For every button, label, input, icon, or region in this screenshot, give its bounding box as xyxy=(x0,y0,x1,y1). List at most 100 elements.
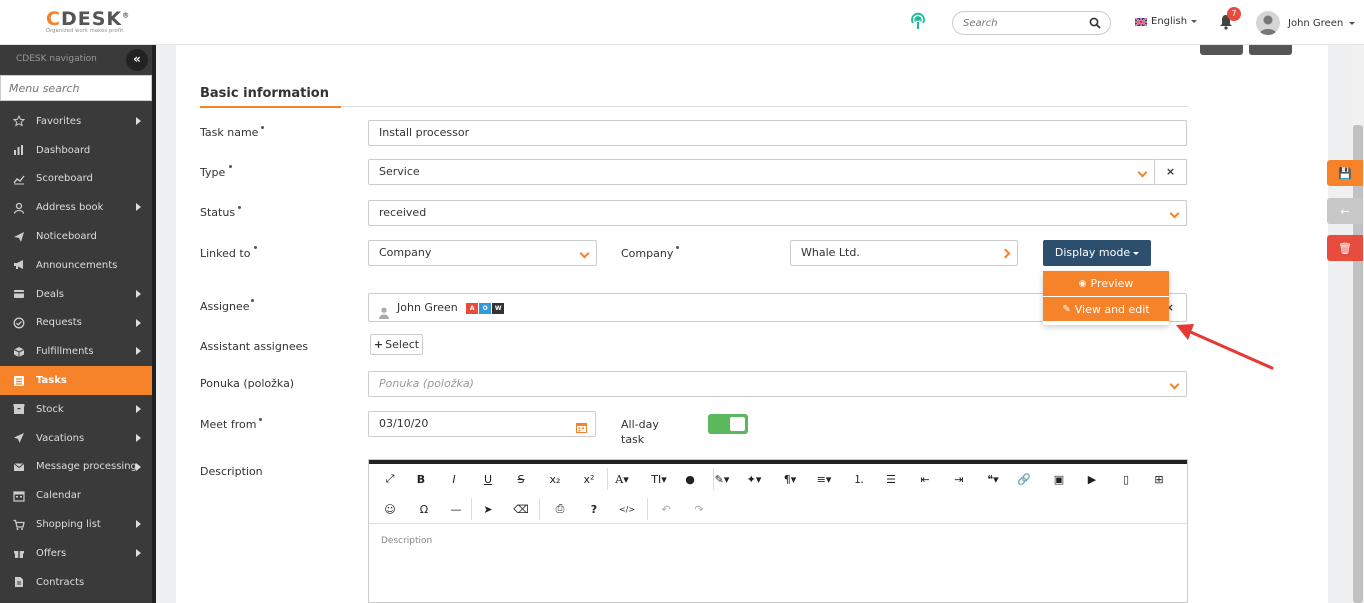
ordered-list-icon[interactable]: ⒈ xyxy=(844,467,874,491)
sidebar-item-address-book[interactable]: Address book xyxy=(0,193,152,222)
gift-icon xyxy=(12,546,26,560)
collapse-sidebar-button[interactable]: « xyxy=(126,49,148,71)
display-menu-item-view-edit[interactable]: ✎ View and edit xyxy=(1043,296,1169,321)
status-select[interactable]: received xyxy=(368,200,1187,226)
edit-icon: ✎ xyxy=(1062,303,1071,315)
type-clear-button[interactable]: × xyxy=(1154,159,1187,185)
meet-from-label: Meet from xyxy=(200,418,257,431)
paint-brush-icon[interactable]: ✎▾ xyxy=(707,467,737,491)
description-textarea[interactable]: Description xyxy=(369,524,1187,558)
sidebar-item-label: Message processing xyxy=(36,461,137,473)
linked-to-select[interactable]: Company xyxy=(368,240,597,266)
card-icon xyxy=(12,287,26,301)
save-icon[interactable]: 💾 xyxy=(1327,160,1363,186)
sidebar-item-scoreboard[interactable]: Scoreboard xyxy=(0,165,152,194)
status-value: received xyxy=(379,206,427,219)
underline-icon[interactable]: U xyxy=(473,467,503,491)
select-button[interactable]: + Select xyxy=(370,334,423,355)
table-icon[interactable]: ⊞ xyxy=(1144,467,1174,491)
type-select[interactable]: Service xyxy=(368,159,1155,185)
quote-icon[interactable]: ❝▾ xyxy=(978,467,1008,491)
header-search[interactable] xyxy=(952,11,1111,35)
indent-icon[interactable]: ⇥ xyxy=(944,467,974,491)
avatar xyxy=(1256,11,1280,35)
sidebar-item-tasks[interactable]: Tasks xyxy=(0,366,152,395)
caret-down-icon xyxy=(1133,251,1140,255)
emoticon-icon[interactable]: ☺ xyxy=(375,497,405,521)
annotation-arrow-icon xyxy=(1176,324,1274,370)
trash-icon[interactable]: 🗑 xyxy=(1327,235,1363,261)
italic-icon[interactable]: I xyxy=(439,467,469,491)
user-menu[interactable]: John Green xyxy=(1256,11,1356,35)
display-mode-button[interactable]: Display mode xyxy=(1043,240,1151,266)
code-view-icon[interactable]: </> xyxy=(612,497,642,521)
language-selector[interactable]: English xyxy=(1134,16,1198,27)
menu-search[interactable] xyxy=(0,75,152,101)
sidebar-item-deals[interactable]: Deals xyxy=(0,280,152,309)
calendar-icon xyxy=(12,489,26,503)
special-char-icon[interactable]: Ω xyxy=(409,497,439,521)
strikethrough-icon[interactable]: S xyxy=(506,467,536,491)
podcast-icon[interactable] xyxy=(908,11,928,31)
redo-icon[interactable]: ↷ xyxy=(684,497,714,521)
sidebar-item-label: Requests xyxy=(36,317,82,329)
toolbar-button[interactable] xyxy=(1249,45,1292,55)
caret-right-icon xyxy=(136,548,141,557)
sidebar-item-noticeboard[interactable]: Noticeboard xyxy=(0,222,152,251)
sidebar-item-stock[interactable]: Stock xyxy=(0,395,152,424)
search-icon[interactable] xyxy=(1089,17,1101,29)
search-input[interactable] xyxy=(963,12,1083,34)
color-icon[interactable]: ● xyxy=(675,467,705,491)
caret-down-icon xyxy=(1191,20,1198,23)
sidebar-item-favorites[interactable]: Favorites xyxy=(0,107,152,136)
sidebar-item-label: Offers xyxy=(36,547,67,559)
sidebar-item-offers[interactable]: Offers xyxy=(0,539,152,568)
sidebar-item-fulfillments[interactable]: Fulfillments xyxy=(0,337,152,366)
company-select[interactable]: Whale Ltd. xyxy=(790,240,1018,266)
file-icon[interactable]: ▯ xyxy=(1111,467,1141,491)
ponuka-label: Ponuka (položka) xyxy=(200,377,295,390)
task-name-input[interactable]: Install processor xyxy=(368,120,1187,146)
undo-icon[interactable]: ↶ xyxy=(651,497,681,521)
back-arrow-icon[interactable]: ← xyxy=(1327,198,1363,224)
calendar-icon[interactable] xyxy=(576,418,587,433)
video-icon[interactable]: ▶ xyxy=(1077,467,1107,491)
sidebar-item-announcements[interactable]: Announcements xyxy=(0,251,152,280)
clear-format-icon[interactable]: ⌫ xyxy=(506,497,536,521)
sidebar-item-requests[interactable]: Requests xyxy=(0,309,152,338)
help-icon[interactable]: ? xyxy=(579,497,609,521)
horizontal-line-icon[interactable]: — xyxy=(441,497,471,521)
unordered-list-icon[interactable]: ☰ xyxy=(876,467,906,491)
sidebar-item-vacations[interactable]: Vacations xyxy=(0,424,152,453)
outdent-icon[interactable]: ⇤ xyxy=(910,467,940,491)
all-day-toggle[interactable] xyxy=(708,414,748,434)
display-menu-item-preview[interactable]: ◉ Preview xyxy=(1043,271,1169,296)
menu-search-input[interactable] xyxy=(1,76,141,100)
cdesk-logo[interactable]: CDESK® Organized work makes profit xyxy=(46,8,130,34)
sidebar-item-contracts[interactable]: Contracts xyxy=(0,568,152,597)
sidebar-item-dashboard[interactable]: Dashboard xyxy=(0,136,152,165)
sidebar-item-shopping-list[interactable]: Shopping list xyxy=(0,510,152,539)
ponuka-select[interactable]: Ponuka (položka) xyxy=(368,371,1187,397)
bold-icon[interactable]: B xyxy=(406,467,436,491)
type-label: Type xyxy=(200,166,226,179)
image-icon[interactable]: ▣ xyxy=(1044,467,1074,491)
scrollbar-thumb[interactable] xyxy=(1353,125,1363,603)
font-family-icon[interactable]: A▾ xyxy=(607,467,637,491)
align-icon[interactable]: ≡▾ xyxy=(809,467,839,491)
select-all-icon[interactable]: ➤ xyxy=(473,497,503,521)
meet-from-input[interactable]: 03/10/20 xyxy=(368,411,596,437)
required-marker xyxy=(229,165,232,168)
subscript-icon[interactable]: x₂ xyxy=(540,467,570,491)
magic-icon[interactable]: ✦▾ xyxy=(739,467,769,491)
type-value: Service xyxy=(379,165,420,178)
print-icon[interactable]: ⎙ xyxy=(545,497,575,521)
superscript-icon[interactable]: x² xyxy=(574,467,604,491)
toolbar-button[interactable] xyxy=(1200,45,1243,55)
sidebar-item-message-processing[interactable]: Message processing xyxy=(0,453,152,482)
fullscreen-icon[interactable]: ⤢ xyxy=(375,467,405,491)
sidebar-item-calendar[interactable]: Calendar xyxy=(0,481,152,510)
link-icon[interactable]: 🔗 xyxy=(1009,467,1039,491)
font-size-icon[interactable]: TI▾ xyxy=(644,467,674,491)
paragraph-icon[interactable]: ¶▾ xyxy=(775,467,805,491)
